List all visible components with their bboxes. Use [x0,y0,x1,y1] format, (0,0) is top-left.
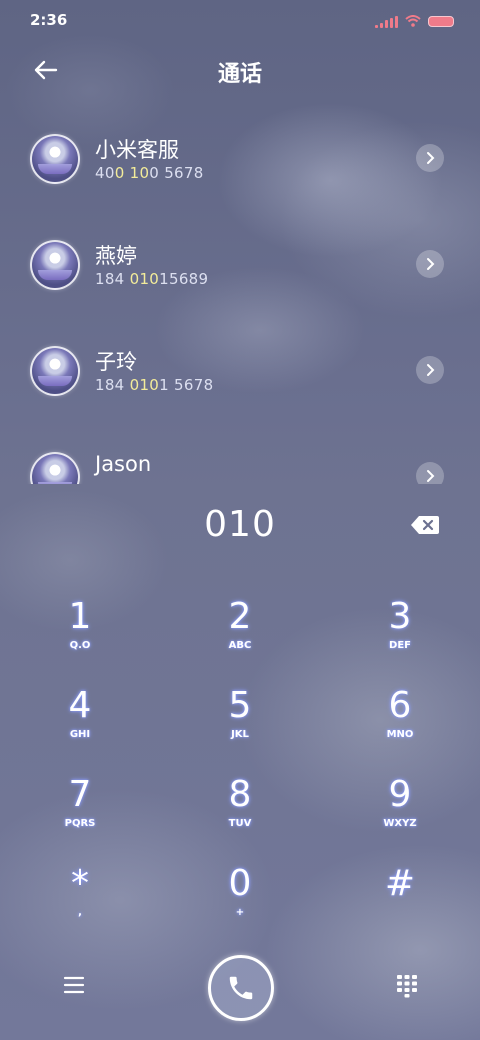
status-time: 2:36 [30,11,68,29]
menu-icon [63,976,85,994]
contact-number: 184 0101 5678 [95,376,214,394]
bottom-bar [0,950,480,1030]
backspace-button[interactable] [410,514,440,536]
signal-icon [375,15,398,28]
avatar [30,346,80,396]
key-7[interactable]: 7 PQRS [20,774,140,854]
contact-list: 小米客服 400 100 5678 燕婷 184 01015689 子玲 184… [0,104,480,484]
chevron-right-icon [427,364,435,376]
keypad-icon [397,975,417,998]
key-star[interactable]: *, [20,863,140,943]
page-title: 通话 [217,62,262,87]
dialed-number: 010 [204,504,276,545]
contact-name: 燕婷 [95,244,137,268]
menu-button[interactable] [62,974,86,996]
backspace-icon [411,516,439,534]
key-2[interactable]: 2 ABC [180,596,300,676]
key-8[interactable]: 8 TUV [180,774,300,854]
key-1[interactable]: 1 Q.O [20,596,140,676]
key-9[interactable]: 9 WXYZ [340,774,460,854]
chevron-right-icon [427,152,435,164]
key-6[interactable]: 6 MNO [340,685,460,765]
dialed-number-row: 010 [0,484,480,570]
contact-row[interactable]: 燕婷 184 01015689 [0,210,480,316]
keypad-toggle-button[interactable] [396,974,418,998]
contact-name: 小米客服 [95,138,179,162]
battery-icon [428,16,454,27]
key-0[interactable]: 0 + [180,863,300,943]
avatar [30,134,80,184]
contact-row[interactable]: 子玲 184 0101 5678 [0,316,480,422]
contact-detail-button[interactable] [416,462,444,484]
contact-detail-button[interactable] [416,144,444,172]
key-4[interactable]: 4 GHI [20,685,140,765]
chevron-right-icon [427,258,435,270]
contact-detail-button[interactable] [416,250,444,278]
key-3[interactable]: 3 DEF [340,596,460,676]
header: 通话 [0,46,480,94]
wifi-icon [405,12,421,31]
avatar [30,240,80,290]
chevron-right-icon [427,470,435,482]
status-bar: 2:36 [0,0,480,40]
contact-detail-button[interactable] [416,356,444,384]
phone-icon [229,976,253,1000]
key-5[interactable]: 5 JKL [180,685,300,765]
contact-name: Jason [95,452,152,476]
call-button[interactable] [208,955,274,1021]
contact-row[interactable]: 小米客服 400 100 5678 [0,104,480,210]
contact-number: 400 100 5678 [95,164,204,182]
contact-name: 子玲 [95,350,137,374]
contact-row[interactable]: Jason [0,422,480,484]
avatar [30,452,80,484]
key-hash[interactable]: # [340,863,460,943]
status-icons [375,12,454,31]
contact-number: 184 01015689 [95,270,209,288]
